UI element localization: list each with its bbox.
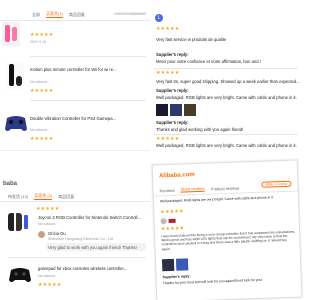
- rating-stars: ★★★★★: [38, 282, 62, 288]
- supplier-reply-label: Supplier's reply:: [162, 274, 191, 280]
- tab-product-reply[interactable]: 商品回复: [58, 194, 74, 200]
- avatar: [38, 231, 45, 238]
- product-image[interactable]: [6, 62, 24, 90]
- review-photo[interactable]: [156, 104, 168, 116]
- review-photo[interactable]: [175, 258, 189, 271]
- product-colour: No colours: [38, 274, 56, 278]
- supplier-reply-text: Thanks and glad working with you again f…: [156, 127, 244, 132]
- review-photo[interactable]: [161, 258, 175, 272]
- rating-stars: ★★★★★: [156, 26, 180, 32]
- brand-logo-fragment: baba: [3, 181, 18, 187]
- supplier-reply-text: Merci pour votre confiance et votre affi…: [156, 59, 261, 64]
- tab-pending[interactable]: 待发货 (12): [8, 194, 28, 200]
- review-text: I was worried about this being a very ch…: [161, 229, 296, 251]
- replier-name: Gricia Ou: [48, 231, 66, 236]
- rating-stars: ★★★★★: [36, 206, 60, 212]
- product-title[interactable]: Joycon 2 RGB Controller for Nintendo Swi…: [38, 215, 141, 220]
- rating-stars: ★★★★★: [30, 88, 54, 94]
- review-date: 2021 9 10: [30, 40, 46, 44]
- product-image[interactable]: [6, 211, 30, 235]
- avatar: [160, 218, 167, 225]
- review-photo[interactable]: [170, 104, 182, 116]
- rating-stars: ★★★★★: [156, 70, 180, 76]
- rating-stars: ★★★★★: [30, 136, 54, 142]
- supplier-reply-label: Supplier's reply:: [156, 88, 189, 93]
- reply-text: Very glad to work with you again friend!…: [48, 245, 137, 250]
- review-text: Well packaged, RGB lights are very brigh…: [156, 143, 297, 148]
- tab-store-reviews[interactable]: Store reviews: [180, 185, 205, 193]
- screenshot-top-left: 全部 买家秀(1) 商品回复 2480999988888880 ★★★★★ 20…: [0, 0, 150, 150]
- supplier-reply-label: Supplier's reply:: [156, 52, 189, 57]
- rating-stars: ★★★★★: [160, 225, 185, 233]
- supplier-reply-label: Supplier's reply:: [156, 120, 189, 125]
- product-colour: No colours: [30, 80, 48, 84]
- flag-icon: [168, 218, 176, 224]
- supplier-reply-text: Well packaged. RGB lights are very brigh…: [156, 95, 297, 100]
- replier-company: Shenzhen Hangxiang Electronic Co., Ltd.: [48, 237, 114, 241]
- tab-product-reviews[interactable]: Product reviews: [211, 185, 240, 191]
- product-title[interactable]: gamepad for xbox consoles wireless contr…: [38, 266, 127, 271]
- product-colour: No colours: [30, 128, 48, 132]
- tab-reviews[interactable]: Reviews: [159, 187, 174, 193]
- review-text: Very fast tm, super good shipping. Showe…: [156, 79, 300, 84]
- review-text: Well packaged. RGB lights are very brigh…: [159, 195, 274, 204]
- rating-stars: ★★★★★: [156, 136, 180, 142]
- tab-product-reply[interactable]: 商品回复: [69, 12, 85, 18]
- screenshot-bottom-left: baba 待发货 (12) 买家秀 (2) 商品回复 ★★★★★ Joycon …: [0, 150, 150, 300]
- product-title[interactable]: motion plus remote controller for Wii fo…: [30, 67, 117, 72]
- screenshot-top-right: L ★★★★★ Very fast service w produits de …: [150, 0, 300, 150]
- tab-all[interactable]: 全部: [32, 12, 40, 18]
- write-review-button[interactable]: Write a review: [261, 180, 292, 188]
- avatar: L: [155, 14, 163, 22]
- supplier-reply-text: Thanks for your trust and will look for …: [162, 277, 263, 286]
- product-image[interactable]: [2, 22, 20, 46]
- product-image[interactable]: [8, 265, 32, 285]
- review-tabs: 待发货 (12) 买家秀 (2) 商品回复: [8, 193, 74, 200]
- rating-stars: ★★★★★: [30, 32, 54, 38]
- screenshot-bottom-right: Alibaba.com Reviews Store reviews Produc…: [151, 159, 303, 300]
- product-title[interactable]: Double Vibration Controller for PS3 Game…: [30, 116, 116, 121]
- review-tabs: 全部 买家秀(1) 商品回复: [32, 11, 85, 18]
- review-text: Very fast service w produits de qualite: [156, 37, 227, 42]
- product-image[interactable]: [4, 112, 28, 134]
- order-code: 2480999988888880: [114, 12, 146, 16]
- tab-buyer-show[interactable]: 买家秀 (2): [34, 193, 53, 200]
- alibaba-logo: Alibaba.com: [158, 172, 195, 180]
- product-colour: No colours: [38, 222, 56, 226]
- rating-stars: ★★★★★: [160, 208, 184, 216]
- tab-buyer-show[interactable]: 买家秀(1): [46, 11, 63, 18]
- review-photo[interactable]: [184, 104, 196, 116]
